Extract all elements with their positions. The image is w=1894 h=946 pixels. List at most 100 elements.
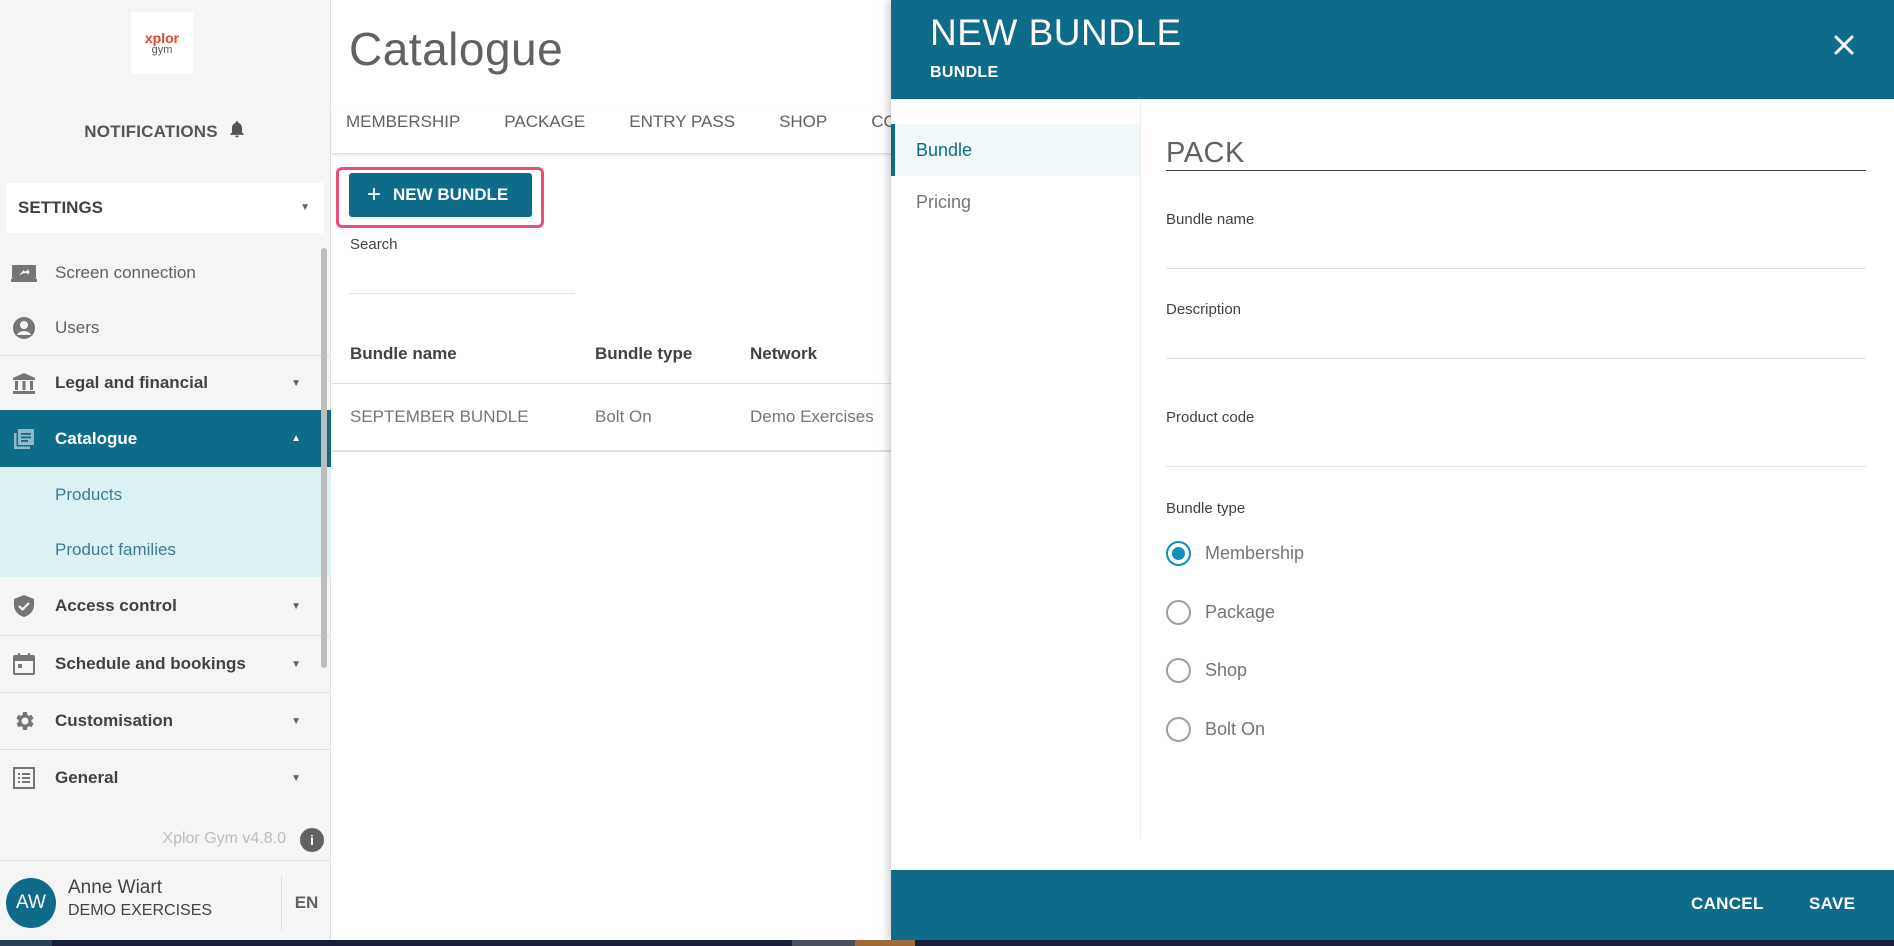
sidebar-subitem-products[interactable]: Products bbox=[0, 467, 331, 522]
avatar[interactable]: AW bbox=[6, 878, 56, 928]
table-header: Bundle name Bundle type Network bbox=[332, 324, 892, 384]
product-code-field[interactable] bbox=[1166, 441, 1866, 467]
table-row[interactable]: SEPTEMBER BUNDLE Bolt On Demo Exercises bbox=[332, 384, 892, 452]
new-bundle-button[interactable]: + NEW BUNDLE bbox=[349, 173, 532, 217]
radio-shop[interactable]: Shop bbox=[1166, 657, 1247, 683]
product-code-label: Product code bbox=[1166, 409, 1255, 426]
radio-checked-icon bbox=[1166, 540, 1191, 566]
sidebar-item-catalogue[interactable]: Catalogue ▲ bbox=[0, 410, 331, 467]
settings-label: SETTINGS bbox=[18, 198, 104, 217]
screen-icon bbox=[11, 262, 37, 284]
logo-text-gym: gym bbox=[151, 43, 173, 56]
sidebar: xplor gym NOTIFICATIONS SETTINGS ▼ Scree… bbox=[0, 0, 331, 940]
radio-unchecked-icon bbox=[1166, 657, 1191, 683]
radio-label: Package bbox=[1205, 601, 1276, 622]
cancel-button[interactable]: CANCEL bbox=[1691, 894, 1764, 914]
bell-icon bbox=[230, 121, 244, 138]
notifications-button[interactable]: NOTIFICATIONS bbox=[0, 118, 331, 142]
sidebar-item-screen-connection[interactable]: Screen connection bbox=[0, 245, 331, 300]
user-name: Anne Wiart bbox=[68, 877, 162, 898]
caret-up-icon: ▲ bbox=[291, 433, 301, 444]
list-icon bbox=[11, 767, 37, 789]
new-bundle-drawer: NEW BUNDLE BUNDLE Bundle Pricing PACK Bu… bbox=[891, 0, 1894, 940]
sidebar-subitem-product-families[interactable]: Product families bbox=[0, 522, 331, 577]
drawer-subtitle: BUNDLE bbox=[930, 64, 999, 81]
table-cell: SEPTEMBER BUNDLE bbox=[350, 407, 529, 426]
column-header-bundle-name[interactable]: Bundle name bbox=[350, 344, 457, 364]
caret-down-icon: ▼ bbox=[300, 202, 310, 213]
bundle-name-label: Bundle name bbox=[1166, 211, 1255, 228]
close-icon[interactable] bbox=[1829, 30, 1859, 60]
sidebar-item-customisation[interactable]: Customisation ▼ bbox=[0, 692, 331, 749]
tab-shop[interactable]: SHOP bbox=[765, 108, 827, 132]
taskbar-segment bbox=[792, 940, 855, 946]
taskbar-segment bbox=[0, 940, 52, 946]
radio-package[interactable]: Package bbox=[1166, 599, 1275, 625]
plus-icon: + bbox=[367, 181, 382, 208]
drawer-nav-pricing[interactable]: Pricing bbox=[891, 176, 1140, 228]
settings-dropdown[interactable]: SETTINGS ▼ bbox=[6, 183, 324, 233]
radio-unchecked-icon bbox=[1166, 716, 1191, 742]
table-cell: Bolt On bbox=[595, 407, 652, 426]
description-label: Description bbox=[1166, 301, 1242, 318]
notifications-label: NOTIFICATIONS bbox=[84, 122, 218, 141]
bundle-name-field[interactable] bbox=[1166, 243, 1866, 269]
sidebar-item-label: Legal and financial bbox=[55, 373, 209, 392]
bundles-table: Bundle name Bundle type Network SEPTEMBE… bbox=[332, 324, 892, 452]
radio-bolt-on[interactable]: Bolt On bbox=[1166, 716, 1265, 742]
page-title: Catalogue bbox=[349, 23, 564, 75]
caret-down-icon: ▼ bbox=[291, 772, 301, 784]
sidebar-item-general[interactable]: General ▼ bbox=[0, 749, 331, 806]
sidebar-item-label: Access control bbox=[55, 596, 177, 615]
info-icon[interactable]: i bbox=[300, 828, 324, 852]
sidebar-item-label: Catalogue bbox=[55, 428, 138, 448]
catalogue-icon bbox=[11, 428, 37, 450]
drawer-footer: CANCEL SAVE bbox=[891, 870, 1894, 940]
tab-entry-pass[interactable]: ENTRY PASS bbox=[615, 108, 735, 132]
sidebar-item-users[interactable]: Users bbox=[0, 300, 331, 355]
drawer-header: NEW BUNDLE BUNDLE bbox=[891, 0, 1894, 99]
caret-down-icon: ▼ bbox=[291, 600, 301, 612]
bank-icon bbox=[11, 372, 37, 394]
column-header-network[interactable]: Network bbox=[750, 344, 817, 364]
tab-course[interactable]: COURSE bbox=[857, 108, 892, 132]
radio-label: Membership bbox=[1205, 542, 1305, 563]
sidebar-item-label: General bbox=[55, 768, 119, 787]
catalogue-submenu: Products Product families bbox=[0, 467, 331, 577]
radio-unchecked-icon bbox=[1166, 599, 1191, 625]
drawer-nav-bundle[interactable]: Bundle bbox=[891, 124, 1140, 176]
drawer-nav: Bundle Pricing bbox=[891, 99, 1141, 839]
xplor-gym-logo[interactable]: xplor gym bbox=[131, 12, 193, 74]
sidebar-scrollbar[interactable] bbox=[321, 248, 327, 668]
catalogue-tabs: MEMBERSHIP PACKAGE ENTRY PASS SHOP COURSE bbox=[332, 108, 892, 154]
new-bundle-label: NEW BUNDLE bbox=[393, 185, 509, 204]
sidebar-item-schedule-bookings[interactable]: Schedule and bookings ▼ bbox=[0, 635, 331, 692]
sidebar-item-label: Users bbox=[55, 317, 100, 337]
gear-icon bbox=[11, 710, 37, 732]
sidebar-nav: Screen connection Users Legal and financ… bbox=[0, 245, 331, 806]
tab-membership[interactable]: MEMBERSHIP bbox=[332, 108, 460, 132]
caret-down-icon: ▼ bbox=[291, 377, 301, 389]
radio-label: Shop bbox=[1205, 659, 1248, 680]
save-button[interactable]: SAVE bbox=[1809, 894, 1855, 914]
radio-membership[interactable]: Membership bbox=[1166, 540, 1304, 566]
user-panel[interactable]: AW Anne Wiart DEMO EXERCISES EN bbox=[0, 860, 331, 942]
sidebar-item-access-control[interactable]: Access control ▼ bbox=[0, 577, 331, 635]
description-field[interactable] bbox=[1166, 333, 1866, 359]
tab-package[interactable]: PACKAGE bbox=[490, 108, 585, 132]
sidebar-item-label: Customisation bbox=[55, 711, 174, 730]
taskbar-segment bbox=[855, 940, 915, 946]
column-header-bundle-type[interactable]: Bundle type bbox=[595, 344, 692, 364]
taskbar-strip bbox=[0, 940, 1894, 946]
language-switcher[interactable]: EN bbox=[281, 875, 331, 930]
caret-down-icon: ▼ bbox=[291, 658, 301, 670]
calendar-icon bbox=[11, 653, 37, 675]
shield-check-icon bbox=[11, 595, 37, 617]
logo-text-xplor: xplor bbox=[144, 29, 180, 46]
pack-section-title: PACK bbox=[1166, 137, 1866, 171]
search-input[interactable] bbox=[349, 258, 575, 294]
sidebar-item-legal-financial[interactable]: Legal and financial ▼ bbox=[0, 355, 331, 410]
drawer-title: NEW BUNDLE bbox=[930, 12, 1182, 53]
sidebar-item-label: Screen connection bbox=[55, 262, 196, 282]
version-text: Xplor Gym v4.8.0 bbox=[162, 830, 286, 847]
